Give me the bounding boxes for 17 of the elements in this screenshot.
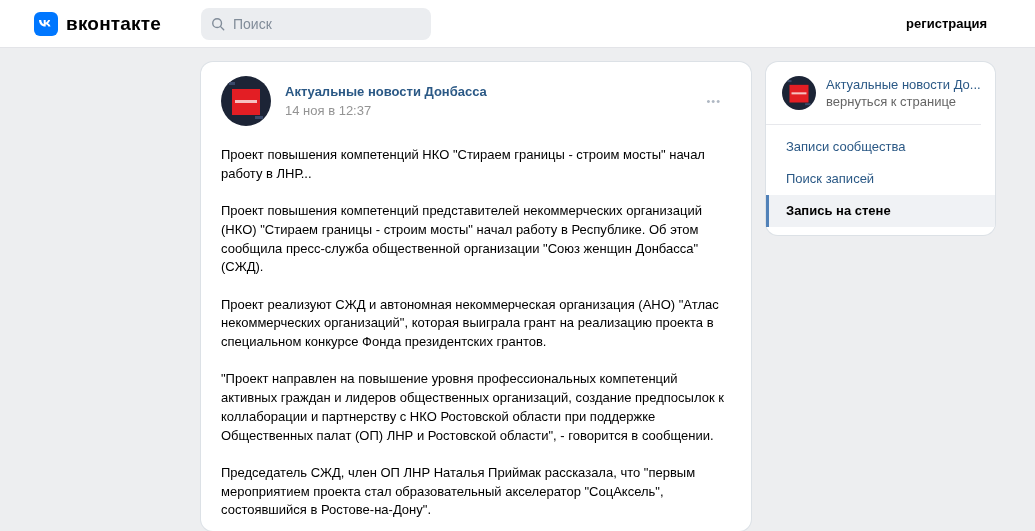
search-icon <box>211 16 225 31</box>
group-name[interactable]: Актуальные новости До... <box>826 77 981 92</box>
post-date: 14 ноя в 12:37 <box>285 103 373 118</box>
logo-text: вконтакте <box>66 12 162 35</box>
post-paragraph: Председатель СЖД, член ОП ЛНР Наталья Приймак рассказала, что "первым мероприятием проекта стал образовательный акселератор "СоцАксель", состоявшийся в Ростове-на-Дону". <box>221 463 697 520</box>
sidebar-item[interactable]: Поиск записей <box>766 163 995 195</box>
sidebar-item[interactable]: Записи сообщества <box>766 131 995 163</box>
post-paragraph: Проект повышения компетенций представителей некоммерческих организаций (НКО) "Стираем границы - строим мосты" начал работу в Республике. Об этом сообщила пресс-служба общественной организации "Союз женщин Донбасса" (СЖД). <box>221 202 703 277</box>
search-field[interactable]: Поиск <box>201 7 431 40</box>
post-paragraph: Проект реализуют СЖД и автономная некоммерческая организация (АНО) "Атлас некоммерческих организаций", которая выиграла грант на реализацию проекта в специальном конкурсе Фонда президентских грантов. <box>221 295 720 351</box>
back-link[interactable]: вернуться к странице <box>826 94 981 109</box>
register-link[interactable]: регистрация <box>906 16 987 31</box>
post-paragraph: "Проект направлен на повышение уровня профессиональных компетенций активных граждан и лидеров общественных организаций, создание предпосылок к коллаборации и партнерству с НКО Ростовской области при поддержке Общественных палат (ОП) ЛНР и Ростовской области", - говорится в сообщении. <box>221 370 725 445</box>
logo-icon[interactable] <box>34 11 58 36</box>
author-link[interactable]: Актуальные новости Донбасса <box>285 84 693 99</box>
post-paragraph: Проект повышения компетенций НКО "Стираем границы - строим мосты" начал работу в ЛНР... <box>221 146 706 183</box>
sidebar-item[interactable]: Запись на стене <box>766 195 995 227</box>
